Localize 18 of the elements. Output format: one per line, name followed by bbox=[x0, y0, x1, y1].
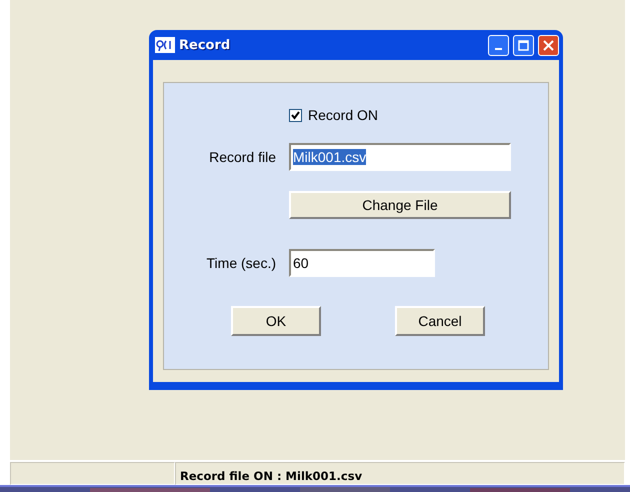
change-file-button[interactable]: Change File bbox=[289, 191, 511, 219]
close-icon bbox=[543, 40, 554, 50]
time-field[interactable]: 60 bbox=[289, 249, 435, 277]
minimize-icon bbox=[495, 48, 502, 50]
close-button[interactable] bbox=[538, 34, 559, 56]
field-label: Time (sec.) bbox=[206, 255, 276, 271]
ok-button[interactable]: OK bbox=[231, 306, 321, 336]
status-text: Record file ON : Milk001.csv bbox=[175, 462, 625, 485]
checkbox-label: Record ON bbox=[308, 107, 378, 123]
window-title: Record bbox=[179, 38, 232, 52]
record-on-checkbox[interactable] bbox=[289, 108, 302, 122]
app-logo-icon bbox=[155, 37, 175, 53]
field-label: Record file bbox=[208, 149, 276, 165]
minimize-button[interactable] bbox=[488, 34, 509, 56]
maximize-icon bbox=[518, 40, 529, 50]
cancel-button[interactable]: Cancel bbox=[395, 306, 485, 336]
record-file-field[interactable]: Milk001.csv bbox=[289, 143, 511, 171]
maximize-button[interactable] bbox=[513, 34, 534, 56]
